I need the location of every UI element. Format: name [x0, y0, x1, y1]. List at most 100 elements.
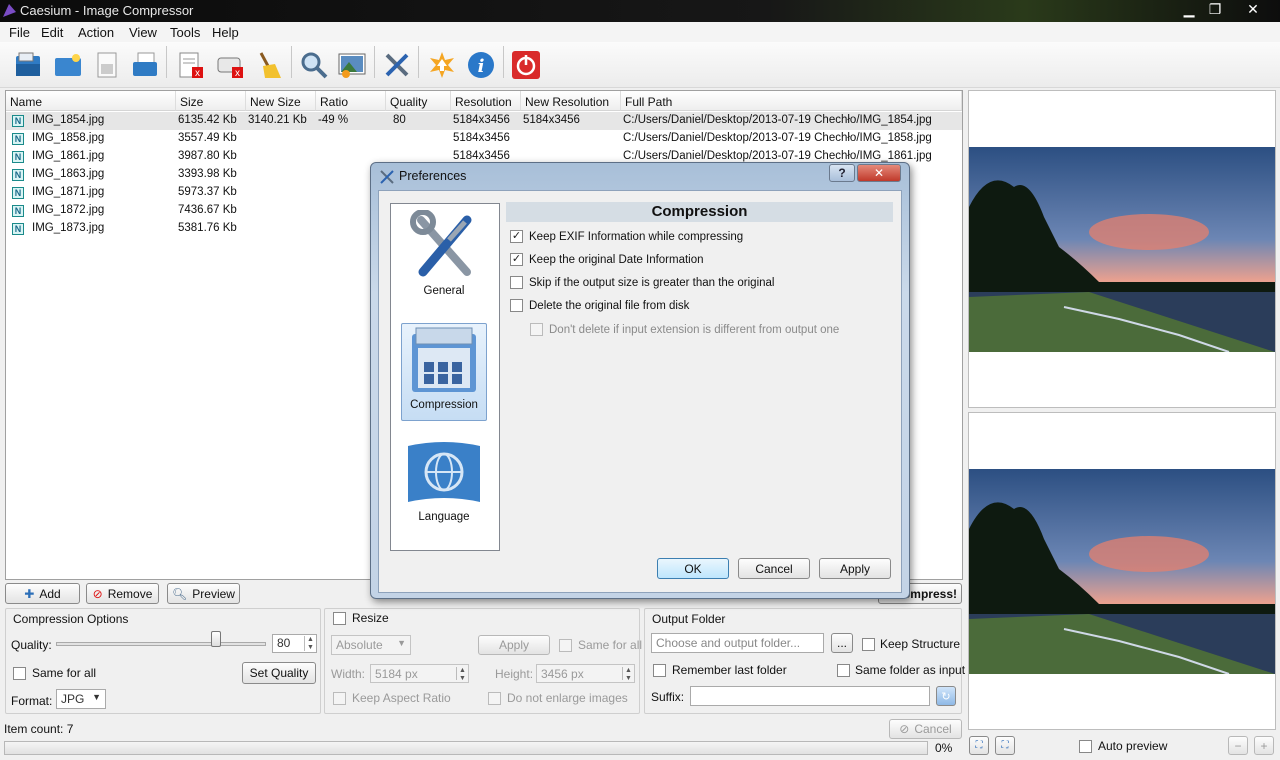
cell-quality: 80	[393, 114, 406, 126]
column-header-size[interactable]: Size	[176, 91, 246, 111]
menu-tools[interactable]: Tools	[170, 25, 200, 40]
no-enlarge-checkbox[interactable]	[488, 691, 501, 705]
fit-original-icon[interactable]: ⛶	[969, 736, 989, 755]
suffix-input[interactable]	[690, 686, 930, 706]
refresh-icon[interactable]: ↻	[936, 686, 956, 706]
auto-preview-label: Auto preview	[1098, 739, 1168, 753]
save-list-icon[interactable]	[89, 47, 125, 83]
column-header-name[interactable]: Name	[6, 91, 176, 111]
category-language[interactable]: Language	[401, 440, 487, 532]
skip-if-larger-checkbox[interactable]	[510, 276, 523, 289]
quality-slider-thumb[interactable]	[211, 631, 221, 647]
menu-help[interactable]: Help	[212, 25, 239, 40]
svg-text:i: i	[478, 56, 485, 77]
new-file-icon: N	[12, 205, 24, 217]
keep-structure-checkbox[interactable]	[862, 637, 875, 651]
column-header-full-path[interactable]: Full Path	[621, 91, 962, 111]
column-header-resolution[interactable]: Resolution	[451, 91, 521, 111]
format-select[interactable]: JPG ▼	[56, 689, 106, 709]
cell-file-name: IMG_1872.jpg	[32, 204, 105, 216]
browse-button[interactable]: ...	[831, 633, 853, 653]
cell-resolution: 5184x3456	[453, 114, 510, 126]
menu-action[interactable]: Action	[78, 25, 114, 40]
ok-button[interactable]: OK	[657, 558, 729, 579]
search-icon[interactable]	[296, 47, 332, 83]
cell-ratio: -49 %	[318, 114, 349, 126]
menu-view[interactable]: View	[129, 25, 157, 40]
exit-icon[interactable]	[508, 47, 544, 83]
output-folder-input[interactable]: Choose and output folder...	[651, 633, 824, 653]
compression-icon	[412, 327, 476, 392]
resize-same-for-all-checkbox[interactable]	[559, 638, 572, 652]
remember-folder-checkbox[interactable]	[653, 663, 666, 677]
dropdown-arrow-icon: ▼	[92, 692, 101, 702]
maximize-button[interactable]: ❐	[1202, 0, 1228, 20]
new-file-icon: N	[12, 187, 24, 199]
load-list-icon[interactable]	[127, 47, 163, 83]
table-row[interactable]: N IMG_1858.jpg 3557.49 Kb 5184x3456 C:/Users…	[6, 130, 962, 148]
auto-preview-checkbox[interactable]	[1079, 739, 1092, 753]
spin-arrows-icon[interactable]: ▲ ▼	[622, 667, 634, 682]
status-cancel-button[interactable]: ⊘ Cancel	[889, 719, 962, 739]
preview-icon[interactable]	[334, 47, 370, 83]
zoom-in-icon[interactable]: +	[1254, 736, 1274, 755]
spin-arrows-icon[interactable]: ▲ ▼	[456, 667, 468, 682]
info-icon[interactable]: i	[463, 47, 499, 83]
add-button[interactable]: ✚ Add	[5, 583, 80, 604]
open-files-icon[interactable]	[10, 47, 46, 83]
height-spinbox[interactable]: 3456 px ▲ ▼	[536, 664, 635, 683]
clean-icon[interactable]	[250, 47, 286, 83]
zoom-out-icon[interactable]: −	[1228, 736, 1248, 755]
update-icon[interactable]	[424, 47, 460, 83]
open-folder-icon[interactable]	[50, 47, 86, 83]
minimize-button[interactable]: ▁	[1176, 0, 1202, 20]
set-quality-button[interactable]: Set Quality	[242, 662, 316, 684]
category-general[interactable]: General	[401, 209, 487, 314]
dialog-close-button[interactable]: ✕	[857, 164, 901, 182]
preview-button[interactable]: 🔍︎ Preview	[167, 583, 240, 604]
width-spinbox[interactable]: 5184 px ▲ ▼	[370, 664, 469, 683]
delete-original-checkbox[interactable]	[510, 299, 523, 312]
add-button-label: Add	[39, 586, 61, 601]
menu-file[interactable]: File	[9, 25, 30, 40]
fit-compressed-icon[interactable]: ⛶	[995, 736, 1015, 755]
cancel-button[interactable]: Cancel	[738, 558, 810, 579]
category-compression[interactable]: Compression	[401, 323, 487, 421]
delete-original-label: Delete the original file from disk	[529, 299, 690, 312]
column-header-quality[interactable]: Quality	[386, 91, 451, 111]
table-row[interactable]: N IMG_1854.jpg 6135.42 Kb 3140.21 Kb -49 % 80…	[6, 112, 962, 130]
format-label: Format:	[11, 694, 53, 708]
resize-title: Resize	[352, 611, 389, 625]
resize-mode-select[interactable]: Absolute ▼	[331, 635, 411, 655]
dialog-help-button[interactable]: ?	[829, 164, 855, 182]
column-header-ratio[interactable]: Ratio	[316, 91, 386, 111]
quality-slider[interactable]	[56, 642, 266, 646]
height-value: 3456 px	[541, 667, 584, 681]
compression-options-group: Compression Options Quality: 80 ▲ ▼ Same f…	[5, 608, 321, 714]
menu-edit[interactable]: Edit	[41, 25, 63, 40]
keep-aspect-label: Keep Aspect Ratio	[352, 691, 451, 705]
resize-apply-button[interactable]: Apply	[478, 635, 550, 655]
close-button[interactable]: ✕	[1240, 0, 1266, 20]
keep-exif-label: Keep EXIF Information while compressing	[529, 230, 744, 243]
category-list[interactable]: General Compression Language	[390, 203, 500, 551]
dont-delete-different-ext-checkbox[interactable]	[530, 323, 543, 336]
set-quality-label: Set Quality	[249, 666, 309, 680]
spin-arrows-icon[interactable]: ▲ ▼	[304, 636, 316, 651]
menu-bar: File Edit Action View Tools Help	[0, 22, 1280, 42]
resize-same-for-all-label: Same for all	[578, 638, 643, 652]
resize-checkbox[interactable]	[333, 611, 346, 625]
same-folder-checkbox[interactable]	[837, 663, 850, 677]
quality-spinbox[interactable]: 80 ▲ ▼	[272, 634, 317, 653]
keep-date-checkbox[interactable]	[510, 253, 523, 266]
same-for-all-checkbox[interactable]	[13, 666, 26, 680]
remove-button[interactable]: ⊘ Remove	[86, 583, 159, 604]
keep-exif-checkbox[interactable]	[510, 230, 523, 243]
keep-aspect-checkbox[interactable]	[333, 691, 346, 705]
apply-button[interactable]: Apply	[819, 558, 891, 579]
remove-item-icon[interactable]: x	[212, 47, 248, 83]
column-header-new-resolution[interactable]: New Resolution	[521, 91, 621, 111]
column-header-new-size[interactable]: New Size	[246, 91, 316, 111]
settings-icon[interactable]	[379, 47, 415, 83]
clear-list-icon[interactable]: x	[172, 47, 208, 83]
